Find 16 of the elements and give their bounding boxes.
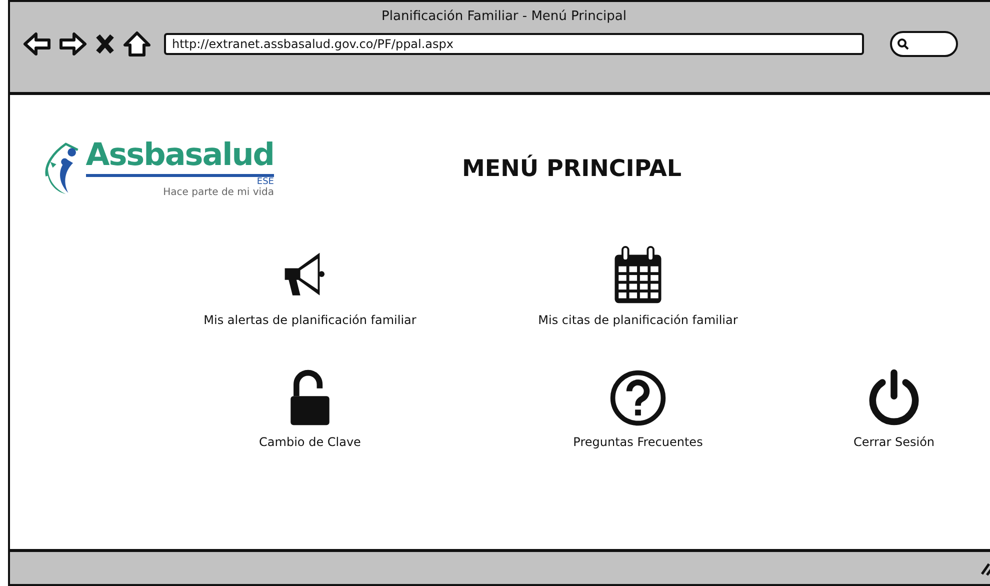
search-field[interactable]	[890, 31, 958, 57]
logo-tagline: Hace parte de mi vida	[162, 187, 274, 198]
back-arrow-icon[interactable]	[22, 30, 52, 58]
menu-item[interactable]: Cambio de Clave	[160, 367, 460, 449]
menu-item[interactable]: Mis citas de planificación familiar	[460, 245, 816, 327]
menu-item[interactable]: Cerrar Sesión	[816, 367, 972, 449]
search-icon	[897, 38, 909, 50]
url-field[interactable]: http://extranet.assbasalud.gov.co/PF/ppal.aspx	[164, 33, 864, 55]
logo-name: Assbasalud	[86, 140, 274, 171]
menu-item[interactable]: Preguntas Frecuentes	[460, 367, 816, 449]
logo-suffix: ESE	[86, 174, 274, 187]
forward-arrow-icon[interactable]	[58, 30, 88, 58]
page-heading: MENÚ PRINCIPAL	[462, 156, 682, 182]
home-icon[interactable]	[122, 30, 152, 58]
menu-item[interactable]: Mis alertas de planificación familiar	[160, 245, 460, 327]
window-title: Planificación Familiar - Menú Principal	[382, 8, 626, 24]
